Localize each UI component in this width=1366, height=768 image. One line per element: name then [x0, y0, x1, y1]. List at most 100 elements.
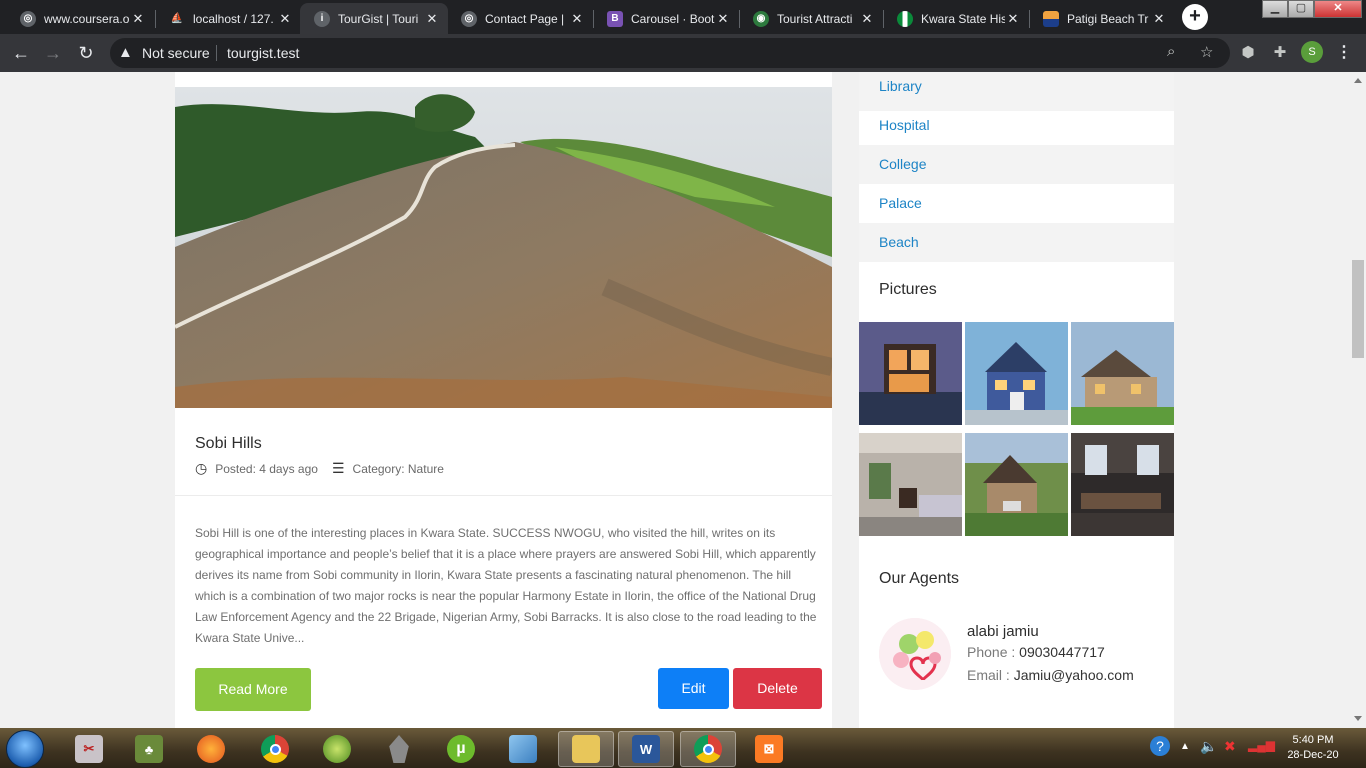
taskbar-app[interactable] [374, 731, 424, 767]
globe-icon: ◎ [461, 10, 477, 27]
security-label[interactable]: Not secure [142, 45, 210, 61]
tab-patigi-beach[interactable]: Patigi Beach Tr ✕ [1029, 3, 1175, 34]
bookmark-star-icon[interactable]: ☆ [1200, 43, 1213, 61]
start-button[interactable] [6, 730, 44, 768]
tab-localhost[interactable]: ⛵ localhost / 127. ✕ [155, 3, 301, 34]
divider [175, 495, 832, 496]
taskbar-app[interactable] [312, 731, 362, 767]
url-text[interactable]: tourgist.test [227, 45, 299, 61]
minimize-button[interactable]: ▁ [1262, 0, 1288, 18]
taskbar-chrome-active[interactable] [680, 731, 736, 767]
gallery-thumbnail[interactable] [859, 322, 962, 425]
scroll-up-arrow-icon[interactable] [1354, 78, 1362, 83]
close-icon[interactable]: ✕ [130, 11, 146, 27]
page-viewport: Sobi Hills ◷ Posted: 4 days ago ☰ Catego… [0, 72, 1350, 728]
tab-kwara-state[interactable]: Kwara State His ✕ [883, 3, 1029, 34]
close-icon[interactable]: ✕ [424, 11, 440, 27]
category-college[interactable]: College [859, 145, 1174, 184]
menu-icon[interactable]: ⋮ [1336, 42, 1352, 62]
email-value[interactable]: Jamiu@yahoo.com [1014, 667, 1134, 683]
profile-avatar[interactable]: S [1301, 41, 1323, 63]
taskbar-chrome[interactable] [250, 731, 300, 767]
tab-title: Tourist Attracti [777, 11, 853, 26]
read-more-button[interactable]: Read More [195, 668, 311, 711]
phone-value[interactable]: 09030447717 [1019, 644, 1105, 660]
scroll-down-arrow-icon[interactable] [1354, 716, 1362, 721]
zoom-icon[interactable]: ⌕ [1167, 43, 1175, 60]
window-close-button[interactable]: ✕ [1314, 0, 1362, 18]
scrollbar-thumb[interactable] [1352, 260, 1364, 358]
tab-tourgist[interactable]: i TourGist | Touri ✕ [300, 3, 448, 34]
reload-icon[interactable]: ↻ [73, 40, 99, 66]
category-beach[interactable]: Beach [859, 223, 1174, 262]
help-icon[interactable]: ? [1150, 736, 1170, 756]
tab-contact-page[interactable]: ◎ Contact Page | ✕ [447, 3, 593, 34]
taskbar-clock[interactable]: 5:40 PM 28-Dec-20 [1280, 733, 1346, 763]
volume-icon[interactable]: 🔈 [1200, 738, 1217, 755]
post-meta: ◷ Posted: 4 days ago ☰ Category: Nature [195, 460, 444, 477]
close-icon[interactable]: ✕ [1151, 11, 1167, 27]
clock-time: 5:40 PM [1292, 734, 1334, 746]
tab-title: Kwara State His [921, 11, 1005, 26]
list-icon: ☰ [331, 460, 345, 476]
taskbar-snipping-tool[interactable]: ✂ [64, 731, 114, 767]
warning-icon: ▲ [118, 44, 133, 61]
agents-heading: Our Agents [879, 570, 960, 587]
post-title[interactable]: Sobi Hills [195, 435, 262, 453]
scissors-icon: ✂ [75, 735, 103, 763]
agent-phone: Phone : 09030447717 [967, 644, 1105, 660]
tab-carousel[interactable]: B Carousel · Boot ✕ [593, 3, 739, 34]
gallery-thumbnail[interactable] [965, 433, 1068, 536]
new-tab-button[interactable]: + [1182, 4, 1208, 30]
network-error-icon[interactable]: ✖ [1224, 738, 1236, 755]
close-icon[interactable]: ✕ [1005, 11, 1021, 27]
post-date: Posted: 4 days ago [215, 461, 318, 476]
page-scrollbar[interactable] [1350, 72, 1366, 728]
close-icon[interactable]: ✕ [277, 11, 293, 27]
signal-icon[interactable]: ▂▄▆ [1248, 738, 1275, 752]
forward-icon[interactable]: → [40, 40, 66, 66]
category-hospital[interactable]: Hospital [859, 106, 1174, 145]
gallery-thumbnail[interactable] [1071, 433, 1174, 536]
edit-button[interactable]: Edit [658, 668, 729, 709]
back-icon[interactable]: ← [8, 40, 34, 66]
bootstrap-icon: B [607, 10, 623, 27]
stone-icon [389, 735, 409, 763]
tab-coursera[interactable]: ◎ www.coursera.o ✕ [6, 3, 154, 34]
taskbar-word[interactable]: W [618, 731, 674, 767]
taskbar-utorrent[interactable]: µ [436, 731, 486, 767]
tab-tourist-attraction[interactable]: ◉ Tourist Attracti ✕ [739, 3, 883, 34]
windows-taskbar: ✂ ♣ µ W ⊠ ? ▲ 🔈 ✖ ▂▄▆ [0, 728, 1366, 768]
clock-date: 28-Dec-20 [1287, 749, 1339, 761]
address-bar[interactable]: ▲ Not secure tourgist.test ⌕ ☆ [110, 38, 1230, 68]
agent-avatar [879, 618, 951, 690]
taskbar-app[interactable] [498, 731, 548, 767]
extension-cube-icon[interactable]: ⬢ [1238, 43, 1258, 63]
utorrent-icon: µ [447, 735, 475, 763]
gallery-thumbnail[interactable] [859, 433, 962, 536]
gallery-thumbnail[interactable] [965, 322, 1068, 425]
pictures-heading: Pictures [879, 281, 937, 298]
taskbar-xampp[interactable]: ⊠ [744, 731, 794, 767]
tray-expand-icon[interactable]: ▲ [1180, 741, 1190, 752]
taskbar-file-explorer[interactable] [558, 731, 614, 767]
extensions-puzzle-icon[interactable]: ✚ [1270, 43, 1290, 63]
post-excerpt: Sobi Hill is one of the interesting plac… [195, 526, 817, 645]
gallery-thumbnail[interactable] [1071, 322, 1174, 425]
site-icon: ◉ [753, 10, 769, 27]
close-icon[interactable]: ✕ [859, 11, 875, 27]
taskbar-firefox[interactable] [186, 731, 236, 767]
category-palace[interactable]: Palace [859, 184, 1174, 223]
beach-icon [1043, 10, 1059, 27]
phpmyadmin-icon: ⛵ [170, 13, 184, 24]
nigeria-flag-icon [897, 10, 913, 27]
phone-label: Phone : [967, 644, 1016, 660]
tab-title: Contact Page | [485, 11, 565, 26]
close-icon[interactable]: ✕ [715, 11, 731, 27]
maximize-button[interactable]: ▢ [1288, 0, 1314, 18]
sidebar: Library Hospital College Palace Beach Pi… [859, 72, 1174, 728]
close-icon[interactable]: ✕ [569, 11, 585, 27]
delete-button[interactable]: Delete [733, 668, 822, 709]
taskbar-app[interactable]: ♣ [124, 731, 174, 767]
post-image[interactable] [175, 87, 832, 408]
